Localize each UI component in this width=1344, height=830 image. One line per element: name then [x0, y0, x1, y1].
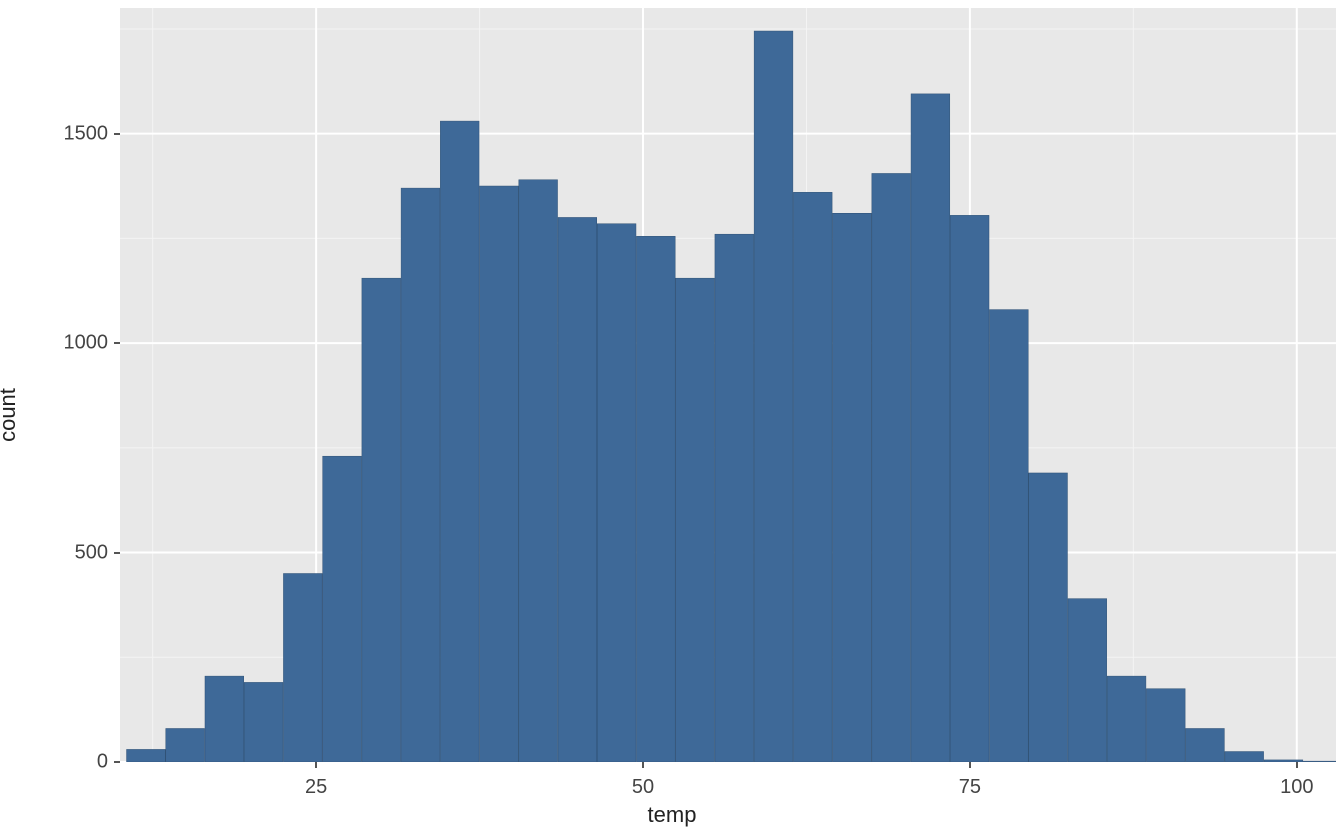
histogram-bar — [833, 213, 872, 762]
histogram-chart: count temp 0 500 1000 1500 25 50 75 100 — [0, 0, 1344, 830]
y-tick-mark — [114, 133, 120, 135]
histogram-bar — [558, 217, 597, 762]
histogram-bar — [1186, 728, 1225, 762]
histogram-bar — [244, 682, 283, 762]
histogram-bar — [323, 456, 362, 762]
plot-panel — [120, 8, 1336, 762]
histogram-bar — [990, 310, 1029, 762]
x-tick-mark — [642, 762, 644, 768]
histogram-bar — [793, 192, 832, 762]
y-tick-mark — [114, 761, 120, 763]
y-tick-label: 0 — [97, 751, 108, 774]
histogram-bar — [754, 31, 793, 762]
x-tick-label: 50 — [632, 776, 654, 799]
x-tick-mark — [1296, 762, 1298, 768]
histogram-bar — [872, 173, 911, 762]
histogram-bar — [166, 728, 205, 762]
histogram-bar — [597, 224, 636, 762]
y-tick-mark — [114, 552, 120, 554]
histogram-bar — [205, 676, 244, 762]
x-tick-mark — [315, 762, 317, 768]
histogram-bar — [950, 215, 989, 762]
histogram-bar — [715, 234, 754, 762]
histogram-bar — [1225, 752, 1264, 762]
histogram-bar — [127, 749, 166, 762]
y-tick-label: 500 — [75, 541, 108, 564]
x-tick-label: 25 — [305, 776, 327, 799]
histogram-bar — [1146, 689, 1185, 762]
histogram-bar — [1107, 676, 1146, 762]
histogram-bar — [401, 188, 440, 762]
y-tick-label: 1500 — [64, 122, 109, 145]
histogram-bar — [911, 94, 950, 762]
histogram-bar — [362, 278, 401, 762]
y-tick-label: 1000 — [64, 332, 109, 355]
x-tick-label: 75 — [959, 776, 981, 799]
histogram-bar — [1068, 599, 1107, 762]
x-tick-label: 100 — [1280, 776, 1313, 799]
x-axis-label: temp — [648, 802, 697, 828]
histogram-bar — [480, 186, 519, 762]
histogram-bar — [636, 236, 675, 762]
histogram-bar — [676, 278, 715, 762]
histogram-bar — [519, 180, 558, 762]
histogram-bar — [440, 121, 479, 762]
plot-svg — [120, 8, 1336, 762]
histogram-bar — [1029, 473, 1068, 762]
y-axis-label: count — [0, 388, 21, 442]
histogram-bar — [283, 574, 322, 763]
histogram-bar — [1303, 761, 1336, 762]
y-tick-mark — [114, 342, 120, 344]
x-tick-mark — [969, 762, 971, 768]
